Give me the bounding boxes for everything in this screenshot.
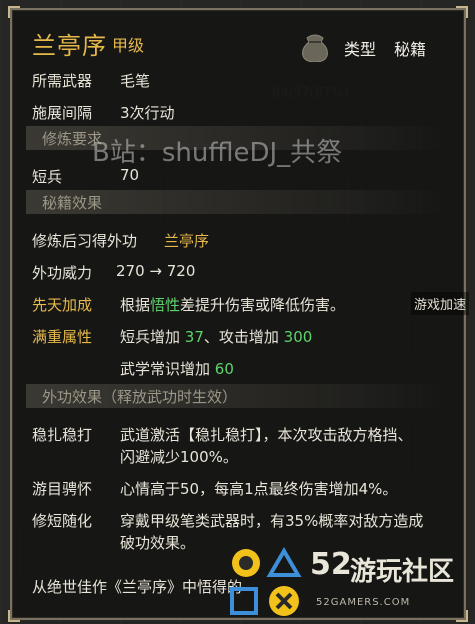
full-weight-label: 满重属性	[32, 328, 93, 346]
frame-corner	[456, 6, 468, 18]
innate-text: 根据悟性差提升伤害或降低伤害。	[120, 294, 345, 315]
effect-desc: 穿戴甲级笔类武器时，有35%概率对敌方造成	[120, 512, 424, 530]
stat-text: 武学常识增加	[120, 360, 215, 378]
power-label: 外功威力	[32, 264, 93, 282]
logo-number: 52	[310, 547, 352, 582]
frame-corner	[8, 610, 20, 622]
power-value: 270 → 720	[116, 262, 196, 280]
logo-name: 游玩社区	[350, 557, 455, 587]
item-tooltip: 兰亭序 甲级 类型 秘籍 所需武器 毛笔 施展间隔 3次行动 修炼要求 B站：s…	[8, 6, 468, 622]
type-label: 类型	[344, 40, 377, 59]
innate-label: 先天加成	[32, 296, 93, 314]
innate-prefix: 根据	[120, 296, 151, 314]
learn-label: 修炼后习得外功	[32, 232, 138, 250]
innate-suffix: 差提升伤害或降低伤害。	[180, 296, 346, 314]
effect-label: 游目骋怀	[32, 480, 93, 498]
item-flavor-text: 从绝世佳作《兰亭序》中悟得的	[32, 578, 243, 596]
effect-label: 修短随化	[32, 512, 93, 530]
site-logo: 52 游玩社区 52GAMERS.COM	[226, 545, 471, 620]
cast-interval-label: 施展间隔	[32, 104, 93, 122]
watermark: B站：shuffleDJ_共祭	[92, 138, 343, 168]
pouch-icon	[302, 34, 328, 62]
effect-desc: 破功效果。	[120, 534, 196, 552]
innate-attribute: 悟性	[150, 296, 181, 314]
learn-value: 兰亭序	[164, 232, 210, 250]
section-book-effect: 秘籍效果	[26, 190, 446, 214]
stat-value: 37	[184, 328, 204, 346]
full-weight-line2: 武学常识增加 60	[120, 358, 234, 379]
frame-corner	[8, 6, 20, 18]
effect-desc: 闪避减少100%。	[120, 448, 238, 466]
stat-text: 、攻击增加	[203, 328, 284, 346]
item-title: 兰亭序	[32, 32, 107, 60]
required-weapon-value: 毛笔	[120, 72, 151, 90]
type-value: 秘籍	[394, 40, 427, 59]
effect-desc: 心情高于50，每高1点最终伤害增加4%。	[120, 480, 398, 498]
cast-interval-value: 3次行动	[120, 104, 175, 122]
effect-label: 稳扎稳打	[32, 426, 93, 444]
item-grade: 甲级	[112, 36, 145, 55]
stat-text: 短兵增加	[120, 328, 185, 346]
train-req-value: 70	[120, 166, 140, 184]
section-title: 外功效果（释放武功时生效）	[42, 388, 238, 406]
logo-domain: 52GAMERS.COM	[316, 597, 411, 608]
train-req-label: 短兵	[32, 168, 63, 186]
stat-value: 60	[214, 360, 234, 378]
full-weight-line1: 短兵增加 37、攻击增加 300	[120, 326, 312, 347]
side-overlay-label: 游戏加速	[410, 292, 469, 315]
controller-buttons-icon	[230, 547, 302, 616]
required-weapon-label: 所需武器	[32, 72, 93, 90]
section-outer-effect: 外功效果（释放武功时生效）	[26, 384, 446, 408]
effect-desc: 武道激活【稳扎稳打】，本次攻击敌方格挡、	[120, 426, 413, 444]
stat-value: 300	[283, 328, 313, 346]
section-title: 秘籍效果	[42, 194, 103, 212]
